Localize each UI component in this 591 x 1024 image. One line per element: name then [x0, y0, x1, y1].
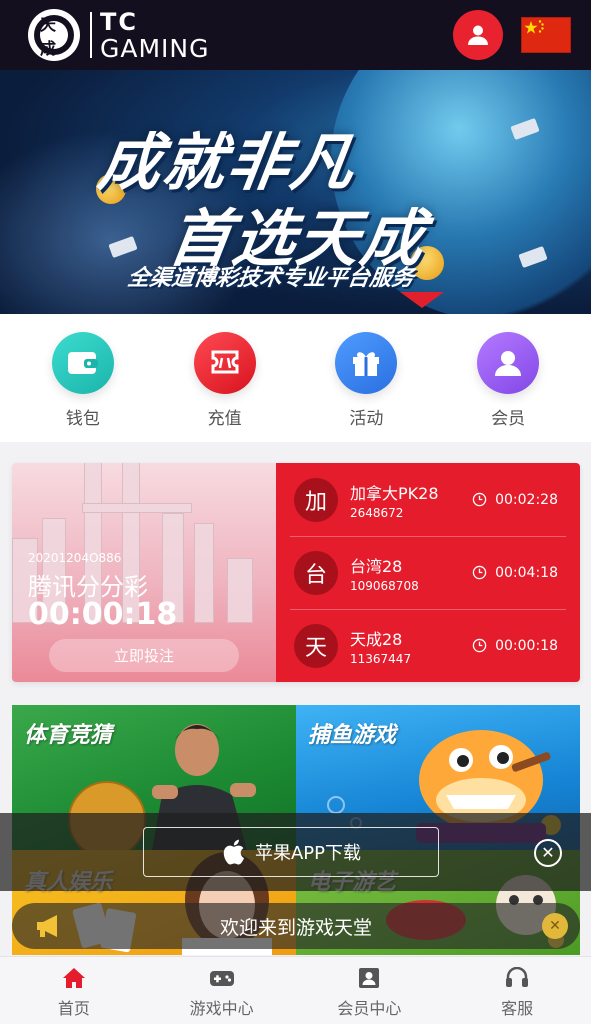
lottery-info: 天成28 11367447	[350, 626, 411, 666]
lottery-list-item[interactable]: 加 加拿大PK28 2648672 00:02:28	[276, 463, 580, 536]
top-header: 天成 TC GAMING	[0, 0, 591, 70]
logo-line-1: TC	[100, 7, 138, 36]
lottery-item-code: 2648672	[350, 505, 404, 520]
lottery-issue-number: 20201204O886	[28, 551, 122, 565]
recharge-icon	[193, 332, 256, 394]
home-icon	[62, 968, 85, 988]
gamepad-icon	[209, 971, 234, 986]
lottery-list: 加 加拿大PK28 2648672 00:02:28 台 台湾28 109068…	[276, 463, 580, 682]
lottery-list-item[interactable]: 天 天成28 11367447 00:00:18	[276, 609, 580, 682]
lottery-info: 加拿大PK28 2648672	[350, 480, 439, 520]
user-account-button[interactable]	[453, 10, 503, 60]
app-download-bar: 苹果APP下载 ✕	[0, 813, 591, 891]
member-icon	[477, 332, 540, 394]
app-download-label: 苹果APP下载	[254, 843, 362, 864]
lottery-item-time-text: 00:00:18	[495, 637, 558, 654]
nav-item-member-center[interactable]: 会员中心	[296, 957, 444, 1024]
quick-item-label: 钱包	[65, 409, 100, 429]
lottery-item-time-text: 00:02:28	[495, 491, 558, 508]
headset-icon	[506, 967, 529, 987]
announcement-bar: 欢迎来到游戏天堂 ✕	[12, 903, 580, 949]
gift-icon	[335, 332, 398, 394]
lottery-item-name: 加拿大PK28	[350, 483, 439, 503]
nav-item-label: 会员中心	[337, 999, 402, 1018]
clock-icon	[472, 492, 487, 507]
game-tile-title: 捕鱼游戏	[308, 723, 397, 748]
promo-banner[interactable]: 成就非凡 首选天成 全渠道博彩技术专业平台服务	[0, 70, 591, 314]
lottery-list-item[interactable]: 台 台湾28 109068708 00:04:18	[276, 536, 580, 609]
lottery-item-time: 00:00:18	[472, 638, 558, 654]
announcement-text: 欢迎来到游戏天堂	[219, 916, 372, 939]
clock-icon	[472, 638, 487, 653]
member-card-icon	[359, 968, 380, 988]
quick-item-member[interactable]: 会员	[448, 314, 568, 442]
lottery-badge: 台	[294, 550, 338, 595]
lottery-item-code: 109068708	[350, 578, 419, 593]
quick-item-wallet[interactable]: 钱包	[23, 314, 143, 442]
lottery-badge: 天	[294, 623, 338, 668]
logo-text[interactable]: TC GAMING	[100, 10, 210, 61]
nav-item-game-center[interactable]: 游戏中心	[148, 957, 296, 1024]
lottery-item-time: 00:04:18	[472, 565, 558, 581]
close-icon: ✕	[549, 918, 561, 934]
lottery-item-time: 00:02:28	[472, 492, 558, 508]
quick-item-label: 活动	[349, 409, 384, 429]
language-flag-button[interactable]	[521, 17, 571, 53]
nav-item-label: 客服	[501, 999, 534, 1018]
lottery-item-time-text: 00:04:18	[495, 564, 558, 581]
logo-mark-glyph: 天成	[40, 15, 68, 58]
wallet-icon	[51, 332, 114, 394]
nav-item-customer-service[interactable]: 客服	[443, 957, 591, 1024]
nav-item-label: 游戏中心	[189, 999, 254, 1018]
bottom-navigation: 首页 游戏中心 会员中心 客服	[0, 956, 591, 1024]
user-icon	[468, 25, 488, 45]
banner-arrow-decoration	[400, 292, 444, 308]
quick-item-label: 充值	[207, 409, 242, 429]
banner-tagline: 全渠道博彩技术专业平台服务	[125, 266, 416, 291]
quick-item-recharge[interactable]: 充值	[165, 314, 285, 442]
skyline-tower	[82, 503, 192, 513]
header-actions	[453, 10, 571, 60]
bet-now-button[interactable]: 立即投注	[49, 639, 239, 672]
close-app-bar-button[interactable]: ✕	[534, 839, 562, 867]
ios-app-download-button[interactable]: 苹果APP下载	[143, 827, 439, 877]
close-announcement-button[interactable]: ✕	[542, 913, 568, 939]
lottery-badge: 加	[294, 477, 338, 522]
lottery-item-name: 台湾28	[350, 556, 403, 576]
quick-item-label: 会员	[491, 409, 526, 429]
close-icon: ✕	[541, 843, 555, 862]
quick-menu: 钱包 充值 活动 会员	[0, 314, 591, 442]
quick-item-activity[interactable]: 活动	[306, 314, 426, 442]
nav-item-label: 首页	[57, 999, 90, 1018]
featured-lottery[interactable]: 20201204O886 腾讯分分彩 00:00:18 立即投注	[12, 463, 276, 682]
china-flag-icon	[524, 20, 544, 34]
skyline-tower	[194, 523, 214, 623]
lottery-info: 台湾28 109068708	[350, 553, 419, 593]
lottery-item-name: 天成28	[350, 629, 403, 649]
game-tile-title: 体育竞猜	[24, 723, 113, 748]
apple-icon	[223, 839, 244, 865]
logo-mark-icon[interactable]: 天成	[28, 9, 80, 61]
logo-divider	[90, 12, 92, 58]
logo-line-2: GAMING	[100, 33, 210, 63]
lottery-countdown: 00:00:18	[28, 597, 178, 632]
skyline-tower	[227, 558, 253, 623]
lottery-item-code: 11367447	[350, 651, 412, 666]
nav-item-home[interactable]: 首页	[0, 957, 148, 1024]
clock-icon	[472, 565, 487, 580]
lottery-card: 20201204O886 腾讯分分彩 00:00:18 立即投注 加 加拿大PK…	[12, 463, 580, 682]
